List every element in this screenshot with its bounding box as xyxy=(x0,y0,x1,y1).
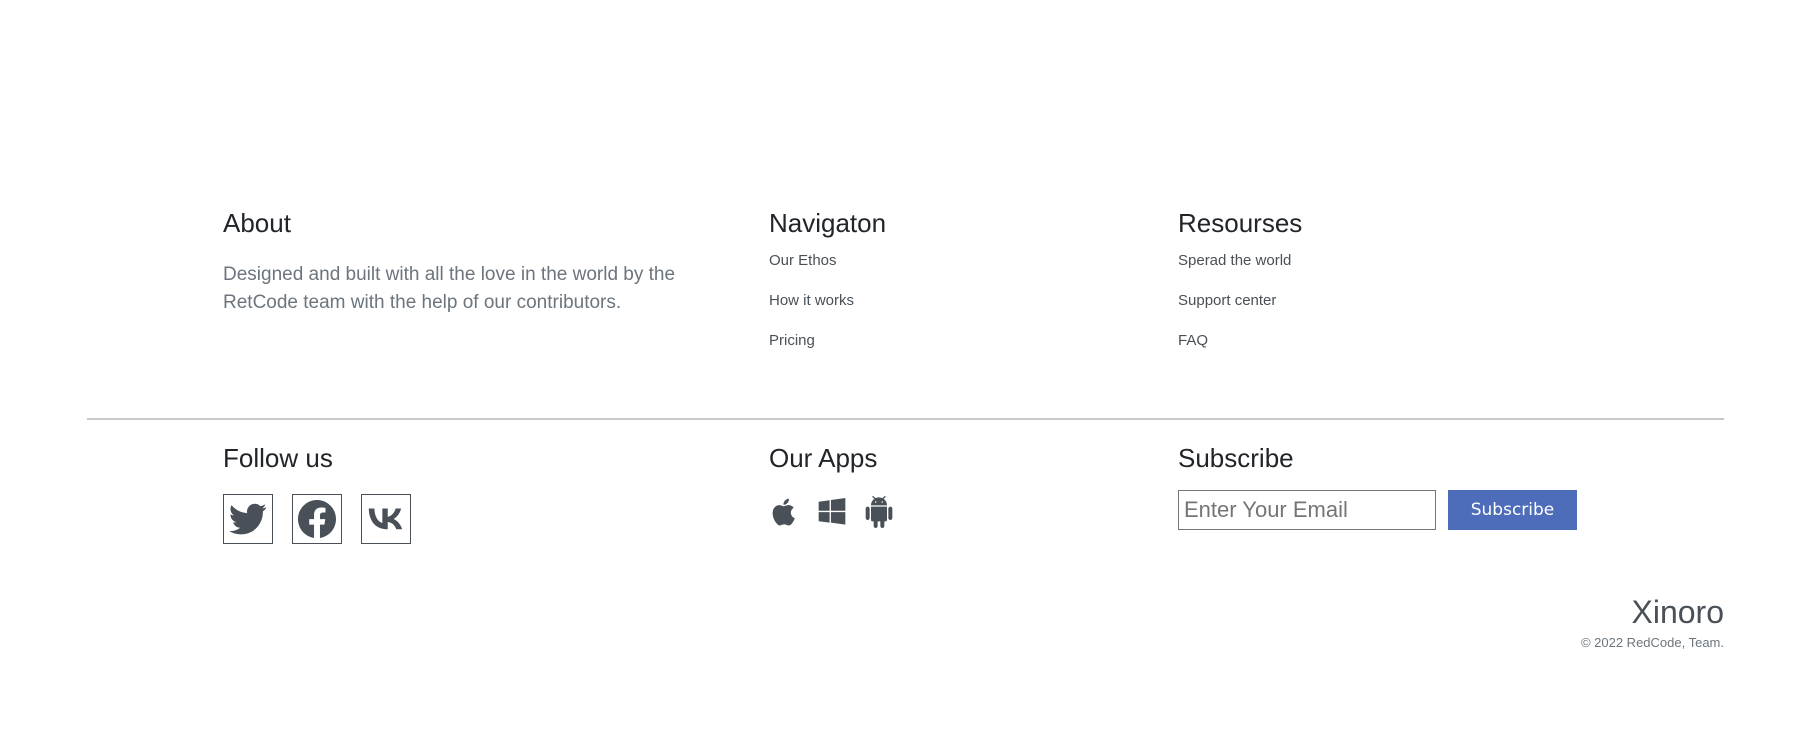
subscribe-button[interactable]: Subscribe xyxy=(1448,490,1577,530)
footer-divider xyxy=(87,418,1724,420)
resources-section: Resourses Sperad the world Support cente… xyxy=(1178,205,1478,371)
about-section: About Designed and built with all the lo… xyxy=(223,205,713,317)
resource-link-faq[interactable]: FAQ xyxy=(1178,332,1208,349)
subscribe-section: Subscribe Subscribe xyxy=(1178,440,1577,530)
copyright-text: © 2022 RedCode, Team. xyxy=(1580,635,1724,650)
vk-button[interactable] xyxy=(361,494,411,544)
resources-links: Sperad the world Support center FAQ xyxy=(1178,251,1478,371)
resources-heading: Resourses xyxy=(1178,208,1303,238)
follow-section: Follow us xyxy=(223,440,411,544)
subscribe-form: Subscribe xyxy=(1178,490,1577,530)
site-footer: About Designed and built with all the lo… xyxy=(0,0,1809,740)
apple-app-link[interactable] xyxy=(769,495,801,529)
apple-icon xyxy=(772,498,795,526)
twitter-button[interactable] xyxy=(223,494,273,544)
twitter-icon xyxy=(229,503,267,535)
about-text: Designed and built with all the love in … xyxy=(223,264,676,313)
apps-heading: Our Apps xyxy=(769,443,878,473)
facebook-button[interactable] xyxy=(292,494,342,544)
android-app-link[interactable] xyxy=(863,495,895,529)
nav-link-our-ethos[interactable]: Our Ethos xyxy=(769,252,837,269)
nav-link-how-it-works[interactable]: How it works xyxy=(769,292,854,309)
app-links xyxy=(769,495,895,529)
subscribe-heading: Subscribe xyxy=(1178,443,1294,473)
navigation-heading: Navigaton xyxy=(769,208,887,238)
social-links xyxy=(223,494,411,544)
facebook-icon xyxy=(298,500,336,538)
brand-name: Xinoro xyxy=(1631,594,1725,630)
resource-link-spread-the-world[interactable]: Sperad the world xyxy=(1178,252,1291,269)
nav-link-pricing[interactable]: Pricing xyxy=(769,332,815,349)
vk-icon xyxy=(368,508,403,530)
follow-heading: Follow us xyxy=(223,443,333,473)
windows-app-link[interactable] xyxy=(816,495,848,529)
about-heading: About xyxy=(223,208,291,238)
apps-section: Our Apps xyxy=(769,440,895,529)
email-field[interactable] xyxy=(1178,490,1436,530)
windows-icon xyxy=(818,498,846,525)
resource-link-support-center[interactable]: Support center xyxy=(1178,292,1276,309)
brand-block: Xinoro © 2022 RedCode, Team. xyxy=(1581,592,1724,652)
android-icon xyxy=(865,496,893,528)
navigation-section: Navigaton Our Ethos How it works Pricing xyxy=(769,205,1069,371)
navigation-links: Our Ethos How it works Pricing xyxy=(769,251,1069,371)
